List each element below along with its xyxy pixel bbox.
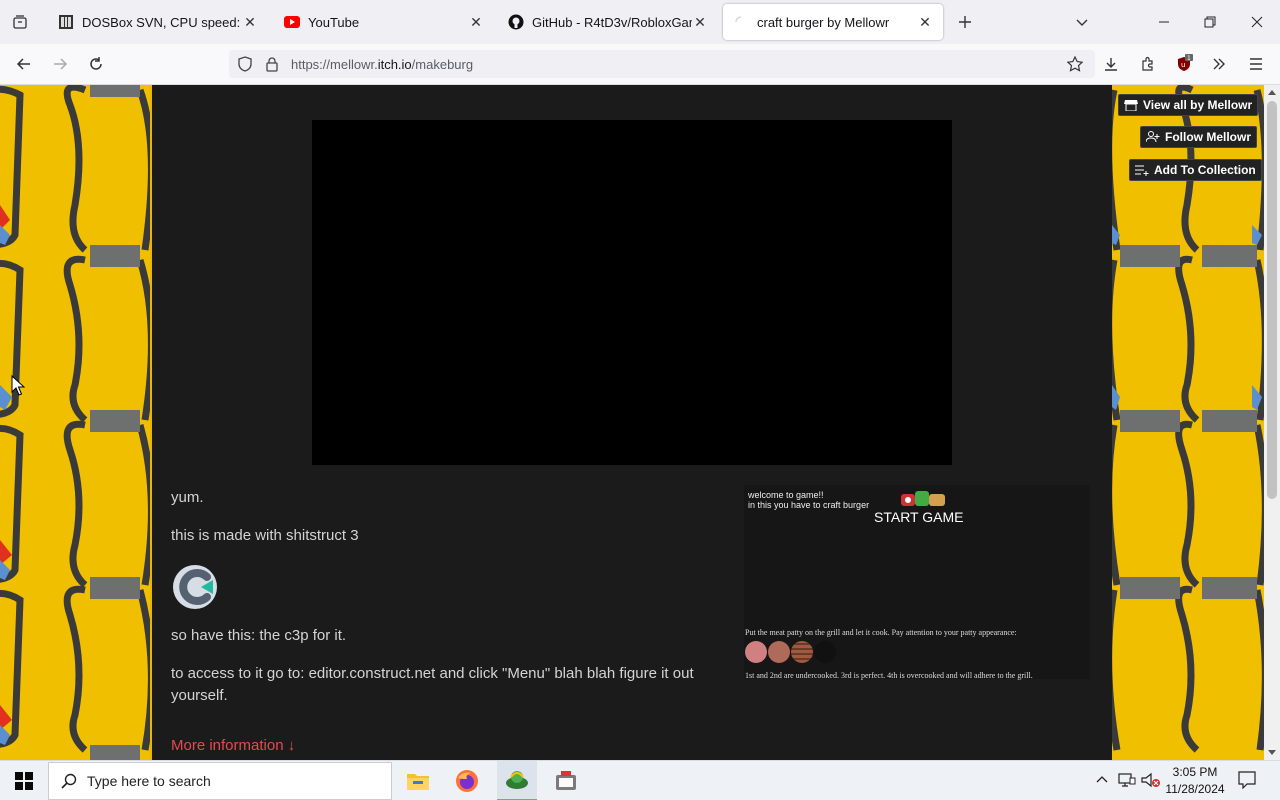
description-line: this is made with shitstruct 3 (171, 527, 359, 544)
view-all-label: View all by Mellowr (1143, 98, 1253, 112)
tab-github[interactable]: GitHub - R4tD3v/RobloxGames ✕ (498, 4, 718, 40)
tab-label: DOSBox SVN, CPU speed: max (82, 14, 242, 30)
welcome-line: in this you have to craft burger (748, 500, 870, 510)
windows-start-icon[interactable] (4, 761, 44, 800)
lock-icon[interactable] (265, 56, 279, 77)
url-text[interactable]: https://mellowr.itch.io/makeburg (291, 57, 473, 72)
tab-label: craft burger by Mellowr (757, 14, 890, 30)
firefox-icon[interactable] (447, 761, 487, 800)
url-path: /makeburg (411, 57, 474, 72)
shield-icon[interactable] (237, 56, 253, 77)
tab-craft-burger[interactable]: craft burger by Mellowr ✕ (723, 4, 943, 40)
description-line: to access to it go to: editor.construct.… (171, 665, 694, 704)
ublock-icon[interactable]: u1 (1172, 52, 1196, 76)
description-line: yum. (171, 489, 204, 506)
follow-label: Follow Mellowr (1165, 130, 1251, 144)
app2-icon[interactable] (546, 761, 586, 800)
close-icon[interactable]: ✕ (692, 14, 708, 30)
raw-patty-icon (745, 641, 767, 663)
start-game-button: START GAME (874, 509, 964, 525)
close-icon[interactable]: ✕ (242, 14, 258, 30)
clock-time: 3:05 PM (1172, 765, 1218, 779)
svg-text:1: 1 (1187, 55, 1191, 62)
screenshot-explanation: 1st and 2nd are undercooked. 3rd is perf… (745, 671, 1033, 680)
chevron-up-icon[interactable] (1096, 773, 1108, 791)
notifications-icon[interactable] (1238, 771, 1256, 794)
tab-label: GitHub - R4tD3v/RobloxGames (532, 14, 692, 30)
url-prefix: https://mellowr. (291, 57, 378, 72)
windows-taskbar: Type here to search 3:05 PM 11/28/2024 (0, 760, 1280, 800)
game-description: yum. this is made with shitstruct 3 so h… (171, 487, 726, 760)
overflow-icon[interactable] (1207, 52, 1231, 76)
back-icon[interactable] (12, 52, 36, 76)
add-collection-label: Add To Collection (1154, 163, 1256, 177)
store-icon (1124, 100, 1138, 111)
close-icon[interactable]: ✕ (468, 14, 484, 30)
burger-ingredients-icon (901, 491, 945, 506)
window-close-icon[interactable] (1245, 10, 1269, 34)
more-information-link[interactable]: More information ↓ (171, 735, 726, 757)
list-tabs-icon[interactable] (1070, 10, 1094, 34)
taskbar-search[interactable]: Type here to search (48, 762, 392, 800)
tab-label: YouTube (308, 14, 360, 30)
dosbox-icon (58, 14, 74, 30)
forward-icon[interactable] (48, 52, 72, 76)
github-icon (508, 14, 524, 30)
page-scrollbar[interactable] (1264, 85, 1280, 760)
game-embed[interactable] (312, 120, 952, 465)
mouse-cursor-icon (11, 375, 25, 396)
scroll-up-icon[interactable] (1268, 89, 1276, 95)
tab-dosbox[interactable]: DOSBox SVN, CPU speed: max ✕ (48, 4, 268, 40)
network-icon[interactable] (1118, 772, 1136, 793)
overcooked-patty-icon (814, 641, 836, 663)
page-viewport: yum. this is made with shitstruct 3 so h… (0, 85, 1264, 760)
screenshot-instruction: Put the meat patty on the grill and let … (745, 628, 1017, 637)
reload-icon[interactable] (84, 52, 108, 76)
game-screenshot[interactable]: welcome to game!! in this you have to cr… (744, 485, 1090, 680)
welcome-line: welcome to game!! (748, 490, 824, 500)
url-bar[interactable]: https://mellowr.itch.io/makeburg (229, 50, 1095, 78)
search-placeholder: Type here to search (87, 773, 211, 789)
navigation-bar: https://mellowr.itch.io/makeburg u1 (0, 44, 1280, 85)
follow-button[interactable]: Follow Mellowr (1140, 126, 1257, 148)
scrollbar-thumb[interactable] (1267, 101, 1277, 499)
follow-icon (1146, 131, 1160, 143)
tab-overview-icon[interactable] (8, 10, 32, 34)
menu-icon[interactable] (1244, 52, 1268, 76)
extensions-icon[interactable] (1136, 52, 1160, 76)
undercooked-patty-icon (768, 641, 790, 663)
volume-icon[interactable] (1141, 772, 1161, 793)
url-domain: itch.io (377, 57, 412, 72)
bookmark-star-icon[interactable] (1066, 55, 1084, 77)
screenshot-welcome-text: welcome to game!! in this you have to cr… (748, 490, 869, 510)
downloads-icon[interactable] (1099, 52, 1123, 76)
restore-icon[interactable] (1198, 10, 1222, 34)
perfect-patty-icon (791, 641, 813, 663)
tab-youtube[interactable]: YouTube ✕ (274, 4, 494, 40)
tab-strip: DOSBox SVN, CPU speed: max ✕ YouTube ✕ G… (0, 0, 1280, 44)
search-icon (61, 773, 77, 789)
new-tab-icon[interactable] (953, 10, 977, 34)
taskbar-clock[interactable]: 3:05 PM 11/28/2024 (1160, 764, 1230, 798)
background-pattern-right (1112, 85, 1264, 760)
construct-logo-icon (171, 563, 219, 611)
view-all-button[interactable]: View all by Mellowr (1118, 94, 1259, 116)
add-to-collection-button[interactable]: Add To Collection (1129, 159, 1262, 181)
background-pattern-left (0, 85, 150, 760)
description-line: so have this: the c3p for it. (171, 627, 347, 644)
file-explorer-icon[interactable] (398, 761, 438, 800)
collection-icon (1135, 165, 1149, 176)
clock-date: 11/28/2024 (1165, 782, 1225, 796)
close-icon[interactable]: ✕ (917, 14, 933, 30)
scroll-down-icon[interactable] (1268, 750, 1276, 756)
svg-text:u: u (1181, 61, 1185, 69)
itchio-loading-icon (733, 14, 749, 30)
minimize-icon[interactable] (1152, 10, 1176, 34)
page-content: yum. this is made with shitstruct 3 so h… (152, 85, 1112, 760)
app-icon[interactable] (497, 761, 537, 800)
youtube-icon (284, 14, 300, 30)
